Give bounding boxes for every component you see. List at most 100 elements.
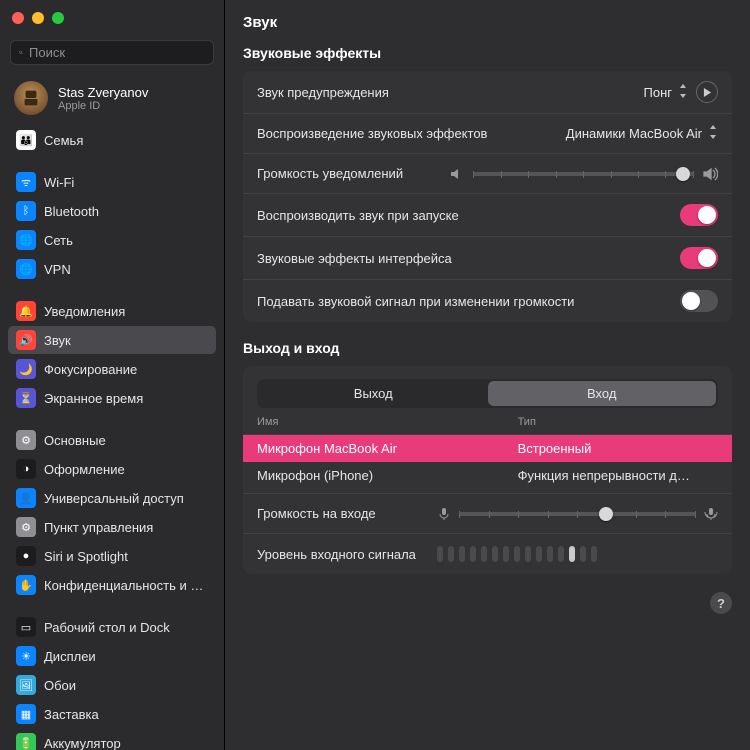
sidebar: Stas Zveryanov Apple ID 👪 Семья ᯤWi-Fi ᛒ Blu… [0,0,225,750]
sidebar-item-general[interactable]: ⚙Основные [8,426,216,454]
apple-id-account[interactable]: Stas Zveryanov Apple ID [0,75,224,121]
avatar [14,81,48,115]
sidebar-item-notifications[interactable]: 🔔Уведомления [8,297,216,325]
screensaver-icon: ▦ [16,704,36,724]
sidebar-item-focus[interactable]: 🌙 Фокусирование [8,355,216,383]
wallpaper-icon: 🖼 [16,675,36,695]
battery-icon: 🔋 [16,733,36,750]
sidebar-item-screensaver[interactable]: ▦ Заставка [8,700,216,728]
startup-sound-label: Воспроизводить звук при запуске [257,208,680,223]
sidebar-item-label: Семья [44,133,83,148]
section-effects-title: Звуковые эффекты [243,45,732,61]
device-name: Микрофон MacBook Air [257,441,518,456]
sidebar-item-label: Заставка [44,707,99,722]
mic-low-icon [437,507,451,521]
sidebar-item-label: Wi-Fi [44,175,74,190]
siri-icon: ● [16,546,36,566]
device-type: Функция непрерывности д… [518,468,718,483]
alert-volume-label: Громкость уведомлений [257,166,449,181]
sidebar-item-appearance[interactable]: ◑Оформление [8,455,216,483]
alert-volume-slider[interactable] [473,172,694,176]
tab-output[interactable]: Выход [259,381,488,406]
input-volume-slider[interactable] [459,512,696,516]
appearance-icon: ◑ [16,459,36,479]
effects-panel: Звук предупреждения Понг Воспроизведение… [243,71,732,322]
help-button[interactable]: ? [710,592,732,614]
play-alert-button[interactable] [696,81,718,103]
page-title: Звук [243,14,732,31]
sidebar-item-label: Звук [44,333,71,348]
sound-icon: 🔊 [16,330,36,350]
window-controls [0,0,224,36]
sidebar-item-network[interactable]: 🌐 Сеть [8,226,216,254]
sidebar-item-label: Универсальный доступ [44,491,184,506]
sidebar-item-label: Основные [44,433,106,448]
sidebar-item-label: Пункт управления [44,520,153,535]
device-row[interactable]: Микрофон (iPhone)Функция непрерывности д… [243,462,732,489]
sidebar-item-screentime[interactable]: ⏳Экранное время [8,384,216,412]
startup-sound-toggle[interactable] [680,204,718,226]
displays-icon: ☀ [16,646,36,666]
zoom-button[interactable] [52,12,64,24]
col-name: Имя [257,416,518,428]
col-type: Тип [518,416,718,428]
sidebar-item-label: Рабочий стол и Dock [44,620,170,635]
mic-high-icon [704,507,718,521]
sidebar-item-label: Аккумулятор [44,736,121,750]
minimize-button[interactable] [32,12,44,24]
sidebar-item-desktop[interactable]: ▭ Рабочий стол и Dock [8,613,216,641]
sidebar-item-label: Фокусирование [44,362,137,377]
tab-input[interactable]: Вход [488,381,717,406]
alert-sound-dropdown[interactable]: Понг [644,84,689,101]
desktop-icon: ▭ [16,617,36,637]
account-sub: Apple ID [58,100,148,112]
input-level-label: Уровень входного сигнала [257,547,437,562]
search-input[interactable] [29,45,205,60]
device-name: Микрофон (iPhone) [257,468,518,483]
close-button[interactable] [12,12,24,24]
privacy-icon: ✋ [16,575,36,595]
sidebar-item-label: Дисплеи [44,649,96,664]
sidebar-item-siri[interactable]: ● Siri и Spotlight [8,542,216,570]
ui-sounds-toggle[interactable] [680,247,718,269]
nav-list: 👪 Семья ᯤWi-Fi ᛒ Bluetooth 🌐 Сеть 🌐VPN 🔔Уведомле… [0,125,224,750]
sidebar-item-label: Bluetooth [44,204,99,219]
sidebar-item-vpn[interactable]: 🌐VPN [8,255,216,283]
screentime-icon: ⏳ [16,388,36,408]
sidebar-item-family[interactable]: 👪 Семья [8,126,216,154]
sidebar-item-label: Обои [44,678,76,693]
sidebar-item-wallpaper[interactable]: 🖼 Обои [8,671,216,699]
focus-icon: 🌙 [16,359,36,379]
notifications-icon: 🔔 [16,301,36,321]
sidebar-item-wifi[interactable]: ᯤWi-Fi [8,168,216,196]
ui-sounds-label: Звуковые эффекты интерфейса [257,251,680,266]
volume-feedback-toggle[interactable] [680,290,718,312]
sidebar-item-label: Сеть [44,233,73,248]
vpn-icon: 🌐 [16,259,36,279]
controlcenter-icon: ⚙ [16,517,36,537]
network-icon: 🌐 [16,230,36,250]
sidebar-item-bluetooth[interactable]: ᛒ Bluetooth [8,197,216,225]
search-icon [19,46,23,59]
main-content: Звук Звуковые эффекты Звук предупреждени… [225,0,750,750]
section-io-title: Выход и вход [243,340,732,356]
accessibility-icon: 👤 [16,488,36,508]
sidebar-item-accessibility[interactable]: 👤 Универсальный доступ [8,484,216,512]
io-tabs: Выход Вход [257,379,718,408]
speaker-low-icon [449,166,465,182]
sidebar-item-displays[interactable]: ☀ Дисплеи [8,642,216,670]
sidebar-item-battery[interactable]: 🔋 Аккумулятор [8,729,216,750]
search-field[interactable] [10,40,214,65]
device-row[interactable]: Микрофон MacBook AirВстроенный [243,435,732,462]
bluetooth-icon: ᛒ [16,201,36,221]
sidebar-item-sound[interactable]: 🔊 Звук [8,326,216,354]
sidebar-item-label: Конфиденциальность и безопасность [44,578,208,593]
sidebar-item-privacy[interactable]: ✋ Конфиденциальность и безопасность [8,571,216,599]
playthrough-dropdown[interactable]: Динамики MacBook Air [566,125,718,142]
input-level-meter [437,546,718,562]
playthrough-label: Воспроизведение звуковых эффектов [257,126,566,141]
sidebar-item-controlcenter[interactable]: ⚙ Пункт управления [8,513,216,541]
family-icon: 👪 [16,130,36,150]
sidebar-item-label: Siri и Spotlight [44,549,128,564]
alert-sound-label: Звук предупреждения [257,85,644,100]
